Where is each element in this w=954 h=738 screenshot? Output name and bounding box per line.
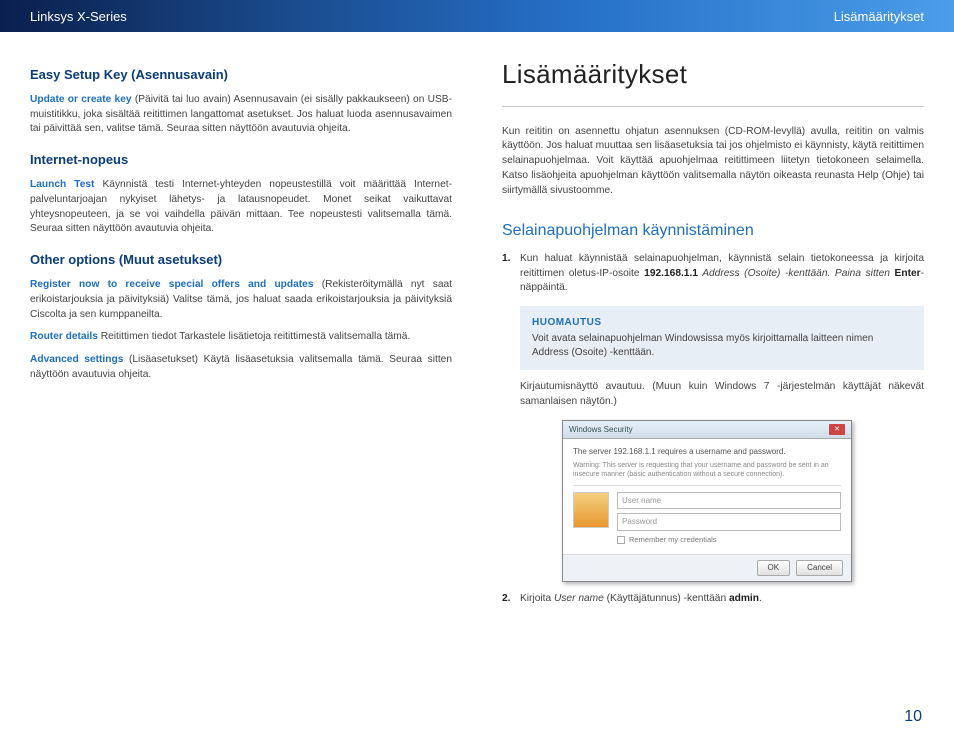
dialog-body: The server 192.168.1.1 requires a userna… [563, 439, 851, 554]
dialog-footer: OK Cancel [563, 554, 851, 581]
remember-checkbox[interactable]: Remember my credentials [617, 535, 841, 546]
header-right: Lisämääritykset [834, 9, 924, 24]
para-advanced: Advanced settings (Lisäasetukset) Käytä … [30, 353, 452, 383]
page-body: Easy Setup Key (Asennusavain) Update or … [0, 32, 954, 626]
header-left: Linksys X-Series [30, 9, 127, 24]
security-dialog: Windows Security ✕ The server 192.168.1.… [562, 420, 852, 582]
ok-button[interactable]: OK [757, 560, 791, 576]
kw-router-details: Router details [30, 331, 98, 342]
kw-register: Register now to receive special offers a… [30, 279, 314, 290]
kw-launch-test: Launch Test [30, 179, 94, 190]
credentials-row: User name Password Remember my credentia… [573, 492, 841, 546]
dialog-warning: Warning: This server is requesting that … [573, 461, 841, 479]
dialog-title: Windows Security [569, 424, 633, 436]
step-1: 1. Kun haluat käynnistää selainapuohjelm… [520, 252, 924, 296]
para-register: Register now to receive special offers a… [30, 278, 452, 322]
ip-address: 192.168.1.1 [644, 268, 698, 279]
kw-update-key: Update or create key [30, 94, 132, 105]
page-header: Linksys X-Series Lisämääritykset [0, 0, 954, 32]
notice-body: Voit avata selainapuohjelman Windowsissa… [532, 333, 873, 358]
step-2: 2. Kirjoita User name (Käyttäjätunnus) -… [520, 592, 924, 607]
dialog-titlebar: Windows Security ✕ [563, 421, 851, 440]
heading-other-options: Other options (Muut asetukset) [30, 251, 452, 270]
dialog-message: The server 192.168.1.1 requires a userna… [573, 447, 841, 486]
steps-list: 1. Kun haluat käynnistää selainapuohjelm… [502, 252, 924, 296]
close-icon[interactable]: ✕ [829, 424, 845, 435]
steps-list-2: 2. Kirjoita User name (Käyttäjätunnus) -… [502, 592, 924, 607]
left-column: Easy Setup Key (Asennusavain) Update or … [30, 52, 462, 616]
step-number: 2. [502, 592, 511, 607]
right-column: Lisämääritykset Kun reititin on asennett… [492, 52, 924, 616]
notice-title: HUOMAUTUS [532, 316, 912, 330]
page-number: 10 [904, 708, 922, 726]
username-input[interactable]: User name [617, 492, 841, 510]
para-easy-setup: Update or create key (Päivitä tai luo av… [30, 93, 452, 137]
para-router-details: Router details Reitittimen tiedot Tarkas… [30, 330, 452, 345]
heading-internet-speed: Internet-nopeus [30, 151, 452, 170]
cancel-button[interactable]: Cancel [796, 560, 843, 576]
notice-box: HUOMAUTUS Voit avata selainapuohjelman W… [520, 306, 924, 370]
heading-easy-setup: Easy Setup Key (Asennusavain) [30, 66, 452, 85]
password-input[interactable]: Password [617, 513, 841, 531]
login-note: Kirjautumisnäyttö avautuu. (Muun kuin Wi… [502, 380, 924, 410]
checkbox-icon[interactable] [617, 536, 625, 544]
intro-paragraph: Kun reititin on asennettu ohjatun asennu… [502, 125, 924, 199]
dialog-screenshot: Windows Security ✕ The server 192.168.1.… [562, 420, 924, 582]
title-rule [502, 106, 924, 107]
step-number: 1. [502, 252, 511, 267]
page-title: Lisämääritykset [502, 56, 924, 94]
heading-browser-util: Selainapuohjelman käynnistäminen [502, 219, 924, 242]
inputs-col: User name Password Remember my credentia… [617, 492, 841, 546]
kw-advanced: Advanced settings [30, 354, 123, 365]
para-internet-speed: Launch Test Käynnistä testi Internet-yht… [30, 178, 452, 237]
avatar-icon [573, 492, 609, 528]
